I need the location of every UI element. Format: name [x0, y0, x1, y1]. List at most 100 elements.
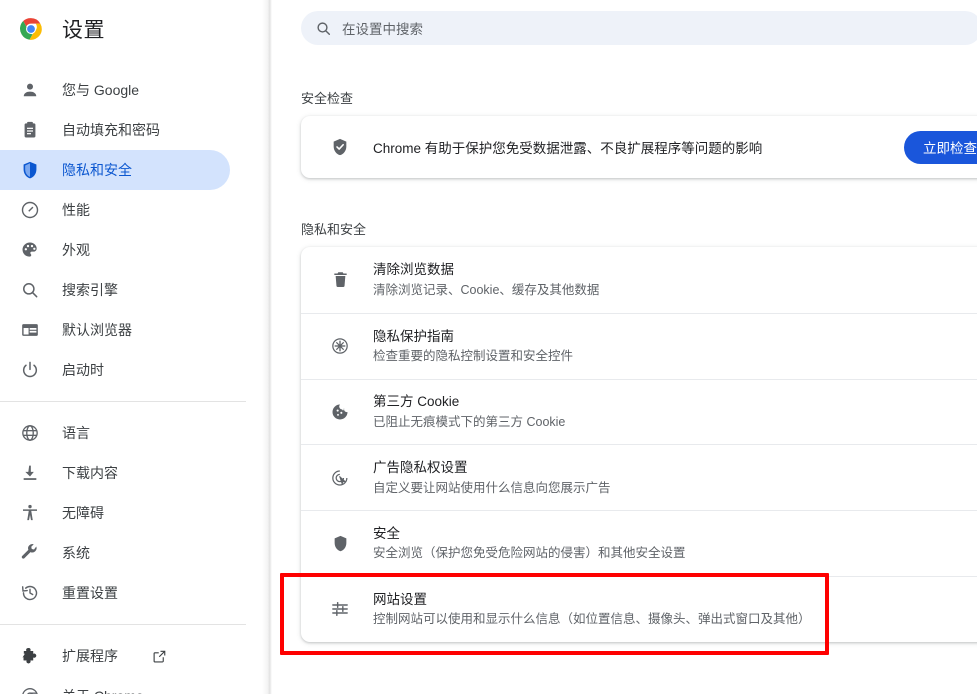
puzzle-icon: [20, 646, 40, 666]
privacy-row-body: 隐私保护指南 检查重要的隐私控制设置和安全控件: [373, 327, 977, 366]
privacy-guide-icon: [330, 336, 350, 356]
safety-check-card: Chrome 有助于保护您免受数据泄露、不良扩展程序等问题的影响 立即检查: [301, 116, 977, 178]
privacy-row-body: 安全 安全浏览（保护您免受危险网站的侵害）和其他安全设置: [373, 524, 977, 563]
speedometer-icon: [20, 200, 40, 220]
privacy-row-ad-privacy[interactable]: 广告隐私权设置 自定义要让网站使用什么信息向您展示广告: [301, 444, 977, 510]
person-icon: [20, 80, 40, 100]
sidebar-group-2: 语言 下载内容 无障碍 系统 重置设置: [0, 413, 262, 613]
shield-check-icon: [330, 137, 350, 157]
power-icon: [20, 360, 40, 380]
privacy-row-clear-browsing-data[interactable]: 清除浏览数据 清除浏览记录、Cookie、缓存及其他数据: [301, 247, 977, 313]
sidebar-item-label: 默认浏览器: [62, 322, 132, 338]
privacy-row-privacy-guide[interactable]: 隐私保护指南 检查重要的隐私控制设置和安全控件: [301, 312, 977, 379]
sidebar-item-extensions[interactable]: 扩展程序: [0, 636, 230, 676]
privacy-row-site-settings[interactable]: 网站设置 控制网站可以使用和显示什么信息（如位置信息、摄像头、弹出式窗口及其他）: [301, 575, 977, 642]
wrench-icon: [20, 543, 40, 563]
sidebar-divider-1: [0, 401, 246, 402]
sidebar-item-label: 搜索引擎: [62, 282, 118, 298]
sidebar-group-1: 您与 Google 自动填充和密码 隐私和安全 性能 外观 搜索引擎 默认浏览器…: [0, 70, 262, 390]
sidebar-item-about-chrome[interactable]: 关于 Chrome: [0, 676, 230, 694]
sidebar-item-appearance[interactable]: 外观: [0, 230, 230, 270]
sidebar-item-system[interactable]: 系统: [0, 533, 230, 573]
download-icon: [20, 463, 40, 483]
search-input[interactable]: 在设置中搜索: [301, 11, 977, 45]
safety-check-row: Chrome 有助于保护您免受数据泄露、不良扩展程序等问题的影响 立即检查: [301, 116, 977, 178]
sidebar-item-label: 隐私和安全: [62, 162, 132, 178]
sidebar-item-downloads[interactable]: 下载内容: [0, 453, 230, 493]
privacy-row-title: 清除浏览数据: [373, 262, 454, 278]
search-placeholder: 在设置中搜索: [342, 22, 423, 37]
privacy-row-body: 网站设置 控制网站可以使用和显示什么信息（如位置信息、摄像头、弹出式窗口及其他）: [373, 590, 977, 629]
sidebar-item-label: 语言: [62, 425, 90, 441]
safety-check-section-title: 安全检查: [301, 91, 354, 106]
sidebar-item-label: 系统: [62, 545, 90, 561]
safety-check-message: Chrome 有助于保护您免受数据泄露、不良扩展程序等问题的影响: [373, 141, 763, 156]
sidebar-nav: 您与 Google 自动填充和密码 隐私和安全 性能 外观 搜索引擎 默认浏览器…: [0, 70, 262, 694]
clipboard-icon: [20, 120, 40, 140]
sidebar-item-you-and-google[interactable]: 您与 Google: [0, 70, 230, 110]
accessibility-icon: [20, 503, 40, 523]
main-content: 在设置中搜索 安全检查 Chrome 有助于保护您免受数据泄露、不良扩展程序等问…: [272, 0, 977, 694]
privacy-row-subtitle: 检查重要的隐私控制设置和安全控件: [373, 349, 574, 364]
sidebar-item-privacy-security[interactable]: 隐私和安全: [0, 150, 230, 190]
search-icon: [315, 20, 332, 37]
shield-icon: [20, 160, 40, 180]
shield-icon: [330, 534, 350, 554]
chrome-logo-icon: [18, 16, 44, 42]
privacy-row-body: 第三方 Cookie 已阻止无痕模式下的第三方 Cookie: [373, 392, 977, 431]
page-title: 设置: [62, 19, 105, 42]
privacy-row-subtitle: 清除浏览记录、Cookie、缓存及其他数据: [373, 282, 600, 297]
privacy-row-title: 广告隐私权设置: [373, 460, 468, 476]
check-now-button[interactable]: 立即检查: [904, 130, 977, 164]
privacy-row-title: 第三方 Cookie: [373, 394, 460, 410]
settings-window: 设置 您与 Google 自动填充和密码 隐私和安全 性能 外观 搜索引擎 默认…: [0, 0, 977, 694]
privacy-row-body: 清除浏览数据 清除浏览记录、Cookie、缓存及其他数据: [373, 260, 977, 299]
privacy-settings-card: 清除浏览数据 清除浏览记录、Cookie、缓存及其他数据 隐私保护指南 检查重要…: [301, 247, 977, 642]
sidebar: 设置 您与 Google 自动填充和密码 隐私和安全 性能 外观 搜索引擎 默认…: [0, 0, 262, 694]
sidebar-item-label: 自动填充和密码: [62, 122, 160, 138]
ad-privacy-icon: [330, 468, 350, 488]
sidebar-item-reset-settings[interactable]: 重置设置: [0, 573, 230, 613]
sidebar-item-label: 下载内容: [62, 465, 118, 481]
sidebar-item-performance[interactable]: 性能: [0, 190, 230, 230]
sidebar-divider-2: [0, 624, 246, 625]
sidebar-item-accessibility[interactable]: 无障碍: [0, 493, 230, 533]
sidebar-item-label: 外观: [62, 242, 90, 258]
cookie-icon: [330, 402, 350, 422]
privacy-row-third-party-cookies[interactable]: 第三方 Cookie 已阻止无痕模式下的第三方 Cookie: [301, 378, 977, 445]
sidebar-item-label: 扩展程序: [62, 648, 118, 664]
sidebar-divider-shadow: [262, 0, 272, 694]
sidebar-item-label: 关于 Chrome: [62, 689, 144, 694]
open-in-new-icon[interactable]: [152, 649, 167, 664]
sidebar-group-3: 扩展程序 关于 Chrome: [0, 636, 262, 694]
sidebar-item-search-engine[interactable]: 搜索引擎: [0, 270, 230, 310]
palette-icon: [20, 240, 40, 260]
privacy-row-title: 隐私保护指南: [373, 328, 454, 344]
trash-icon: [330, 270, 350, 290]
sidebar-item-label: 性能: [62, 202, 90, 218]
privacy-row-subtitle: 控制网站可以使用和显示什么信息（如位置信息、摄像头、弹出式窗口及其他）: [373, 612, 811, 627]
sidebar-item-label: 您与 Google: [62, 82, 140, 98]
privacy-row-security[interactable]: 安全 安全浏览（保护您免受危险网站的侵害）和其他安全设置: [301, 510, 977, 576]
privacy-row-subtitle: 已阻止无痕模式下的第三方 Cookie: [373, 414, 566, 429]
sidebar-item-label: 无障碍: [62, 505, 104, 521]
sidebar-item-on-startup[interactable]: 启动时: [0, 350, 230, 390]
privacy-row-subtitle: 自定义要让网站使用什么信息向您展示广告: [373, 480, 611, 495]
sidebar-item-default-browser[interactable]: 默认浏览器: [0, 310, 230, 350]
globe-icon: [20, 423, 40, 443]
sidebar-item-label: 启动时: [62, 362, 104, 378]
sidebar-item-label: 重置设置: [62, 585, 118, 601]
privacy-row-title: 安全: [373, 525, 400, 541]
chrome-outline-icon: [20, 686, 40, 694]
history-restore-icon: [20, 583, 40, 603]
sidebar-item-languages[interactable]: 语言: [0, 413, 230, 453]
tune-icon: [330, 599, 350, 619]
privacy-section-title: 隐私和安全: [301, 222, 367, 237]
search-icon: [20, 280, 40, 300]
browser-window-icon: [20, 320, 40, 340]
privacy-row-title: 网站设置: [373, 591, 427, 607]
privacy-row-subtitle: 安全浏览（保护您免受危险网站的侵害）和其他安全设置: [373, 546, 686, 561]
app-brand: 设置: [0, 0, 262, 58]
sidebar-item-autofill-passwords[interactable]: 自动填充和密码: [0, 110, 230, 150]
privacy-row-body: 广告隐私权设置 自定义要让网站使用什么信息向您展示广告: [373, 458, 977, 497]
